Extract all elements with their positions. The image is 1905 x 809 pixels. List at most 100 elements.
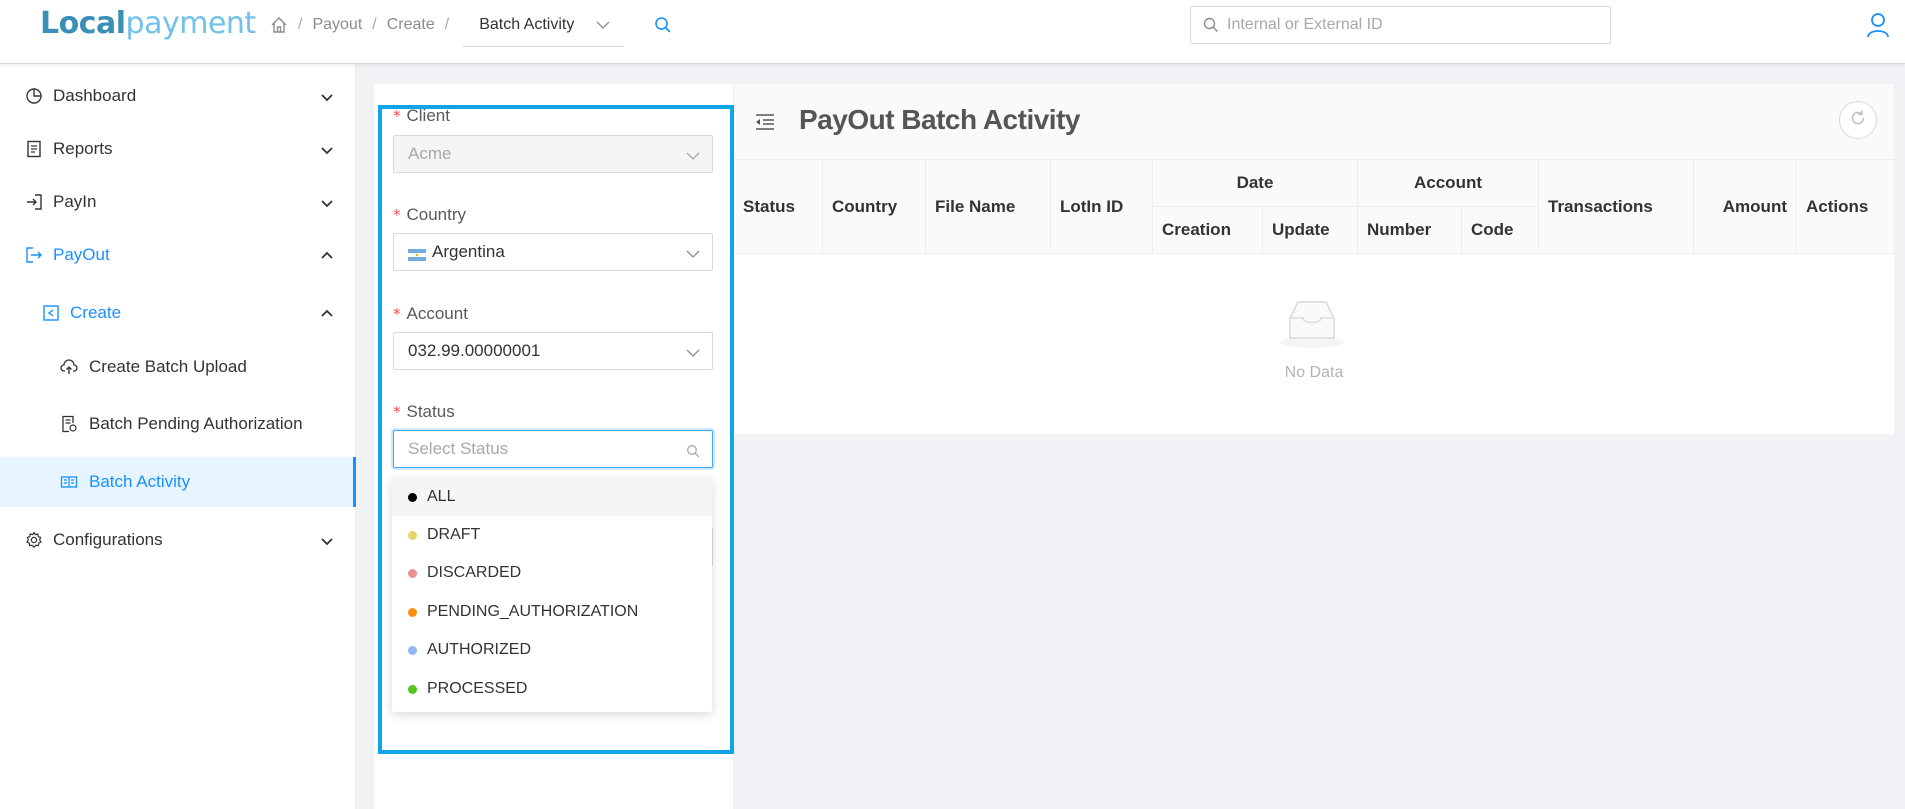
client-label-text: Client [406, 106, 450, 125]
file-check-icon [60, 415, 78, 433]
sidebar-item-label: Create [70, 303, 122, 322]
reload-icon [1849, 109, 1867, 132]
option-label: AUTHORIZED [427, 641, 531, 658]
sidebar-item-create[interactable]: Create [0, 287, 356, 339]
column-header-country[interactable]: Country [823, 160, 926, 254]
sidebar-item-create-batch-upload[interactable]: Create Batch Upload [0, 341, 356, 393]
status-select[interactable] [393, 430, 713, 468]
read-icon [60, 473, 78, 491]
status-option-pending-authorization[interactable]: PENDING_AUTHORIZATION [392, 593, 712, 631]
account-label: * Account [393, 304, 468, 324]
breadcrumb: / Payout / Create / Batch Activity [270, 0, 625, 50]
country-label-text: Country [406, 205, 467, 224]
client-value: Acme [408, 144, 452, 163]
chevron-up-icon [320, 306, 334, 320]
status-dot [408, 645, 417, 655]
search-icon [686, 443, 700, 458]
chevron-down-icon [320, 195, 334, 209]
column-header-update[interactable]: Update [1263, 207, 1358, 254]
document-icon [25, 140, 43, 158]
breadcrumb-payout[interactable]: Payout [312, 16, 362, 34]
status-dot [408, 607, 417, 617]
status-option-authorized[interactable]: AUTHORIZED [392, 631, 712, 669]
id-search-field[interactable] [1190, 6, 1611, 44]
sidebar-item-label: Configurations [53, 530, 163, 549]
sidebar-item-label: Dashboard [53, 86, 137, 105]
country-value: Argentina [432, 242, 505, 261]
option-label: PROCESSED [427, 680, 528, 697]
option-label: DRAFT [427, 526, 481, 543]
status-dot [408, 684, 417, 694]
logo[interactable]: Localpayment [40, 6, 256, 41]
account-select[interactable]: 032.99.00000001 [393, 332, 713, 370]
status-label: * Status [393, 402, 455, 422]
status-dot [408, 568, 417, 578]
chevron-down-icon [686, 345, 700, 359]
required-mark: * [393, 403, 401, 421]
chevron-up-icon [320, 248, 334, 262]
chevron-down-icon [320, 533, 334, 547]
column-header-creation[interactable]: Creation [1153, 207, 1263, 254]
card-header: PayOut Batch Activity [734, 84, 1894, 160]
status-dropdown: ALL DRAFT DISCARDED PENDING_AUTHORIZATIO… [392, 478, 712, 712]
breadcrumb-separator: / [372, 16, 377, 33]
status-option-draft[interactable]: DRAFT [392, 516, 712, 554]
required-mark: * [393, 305, 401, 323]
option-label: DISCARDED [427, 564, 522, 581]
country-select[interactable]: Argentina [393, 233, 713, 271]
column-header-number[interactable]: Number [1358, 207, 1462, 254]
sidebar-item-label: PayIn [53, 192, 97, 211]
sidebar: Dashboard Reports PayIn PayOut Create Cr… [0, 64, 356, 809]
chevron-down-icon [320, 89, 334, 103]
column-header-status[interactable]: Status [734, 160, 823, 254]
menu-fold-icon[interactable] [754, 112, 776, 132]
top-header: Localpayment / Payout / Create / Batch A… [0, 0, 1905, 64]
empty-inbox-icon [1276, 294, 1348, 350]
column-group-date: Date [1153, 160, 1358, 207]
chevron-down-icon [596, 18, 610, 32]
page-title: PayOut Batch Activity [799, 104, 1080, 135]
status-option-discarded[interactable]: DISCARDED [392, 554, 712, 592]
status-dot [408, 530, 417, 540]
sidebar-item-dashboard[interactable]: Dashboard [0, 70, 356, 122]
search-icon [1203, 17, 1219, 33]
cloud-upload-icon [60, 358, 78, 376]
chevron-down-icon [686, 148, 700, 162]
logout-icon [25, 246, 43, 264]
argentina-flag-icon [408, 246, 426, 261]
breadcrumb-separator: / [298, 16, 303, 33]
refresh-button[interactable] [1839, 101, 1877, 139]
breadcrumb-create[interactable]: Create [387, 16, 435, 34]
current-page-select[interactable]: Batch Activity [463, 3, 625, 47]
column-header-amount[interactable]: Amount [1694, 160, 1797, 254]
sidebar-item-batch-pending-authorization[interactable]: Batch Pending Authorization [0, 398, 356, 450]
create-icon [42, 304, 60, 322]
sidebar-item-batch-activity[interactable]: Batch Activity [0, 457, 356, 507]
status-dot [408, 492, 417, 502]
current-page-label: Batch Activity [479, 15, 575, 33]
chevron-down-icon [320, 142, 334, 156]
required-mark: * [393, 107, 401, 125]
sidebar-item-payout[interactable]: PayOut [0, 229, 356, 281]
column-header-lotin-id[interactable]: LotIn ID [1051, 160, 1153, 254]
sidebar-item-configurations[interactable]: Configurations [0, 514, 356, 566]
column-header-code[interactable]: Code [1462, 207, 1539, 254]
column-group-account: Account [1358, 160, 1539, 207]
status-option-processed[interactable]: PROCESSED [392, 670, 712, 708]
sidebar-item-label: Batch Activity [89, 472, 191, 491]
option-label: ALL [427, 488, 456, 505]
required-mark: * [393, 206, 401, 224]
home-icon[interactable] [270, 16, 288, 34]
sidebar-item-payin[interactable]: PayIn [0, 176, 356, 228]
status-option-all[interactable]: ALL [392, 478, 712, 516]
pie-chart-icon [25, 87, 43, 105]
column-header-file-name[interactable]: File Name [926, 160, 1051, 254]
sidebar-item-reports[interactable]: Reports [0, 123, 356, 175]
country-label: * Country [393, 205, 466, 225]
search-icon[interactable] [654, 16, 672, 34]
column-header-transactions[interactable]: Transactions [1539, 160, 1694, 254]
id-search-input[interactable] [1227, 16, 1597, 34]
login-icon [25, 193, 43, 211]
status-search-input[interactable] [408, 439, 668, 459]
user-icon[interactable] [1866, 12, 1890, 38]
